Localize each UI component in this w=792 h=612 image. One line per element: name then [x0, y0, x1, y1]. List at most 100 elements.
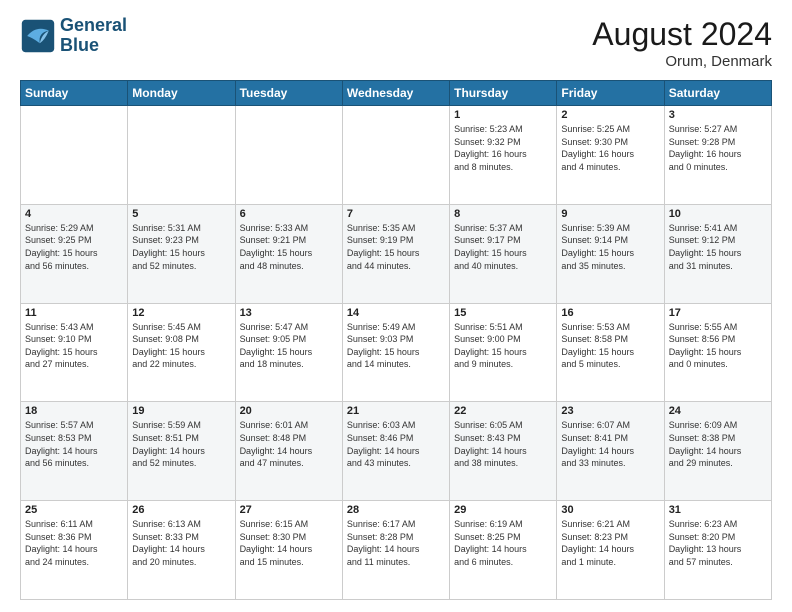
calendar-table: SundayMondayTuesdayWednesdayThursdayFrid…: [20, 80, 772, 600]
calendar-day-cell: 15Sunrise: 5:51 AM Sunset: 9:00 PM Dayli…: [450, 303, 557, 402]
day-number: 22: [454, 405, 552, 417]
weekday-header-cell: Saturday: [664, 81, 771, 106]
header: General Blue August 2024 Orum, Denmark: [20, 16, 772, 70]
calendar-body: 1 Sunrise: 5:23 AM Sunset: 9:32 PM Daylig…: [21, 106, 772, 600]
calendar-week-row: 4 Sunrise: 5:29 AM Sunset: 9:25 PM Daylig…: [21, 204, 772, 303]
calendar-week-row: 18Sunrise: 5:57 AM Sunset: 8:53 PM Dayli…: [21, 402, 772, 501]
calendar-day-cell: 17 Sunrise: 5:55 AM Sunset: 8:56 PM Dayli…: [664, 303, 771, 402]
logo: General Blue: [20, 16, 127, 56]
calendar-day-cell: 4 Sunrise: 5:29 AM Sunset: 9:25 PM Daylig…: [21, 204, 128, 303]
day-number: 19: [132, 405, 230, 417]
calendar-day-cell: 23 Sunrise: 6:07 AM Sunset: 8:41 PM Dayli…: [557, 402, 664, 501]
day-info: Sunrise: 5:25 AM Sunset: 9:30 PM Dayligh…: [561, 123, 659, 173]
calendar-day-cell: [235, 106, 342, 205]
day-number: 24: [669, 405, 767, 417]
day-info: Sunrise: 5:39 AM Sunset: 9:14 PM Dayligh…: [561, 222, 659, 272]
day-number: 30: [561, 504, 659, 516]
day-number: 5: [132, 208, 230, 220]
calendar-day-cell: 28Sunrise: 6:17 AM Sunset: 8:28 PM Dayli…: [342, 501, 449, 600]
calendar-day-cell: 9 Sunrise: 5:39 AM Sunset: 9:14 PM Daylig…: [557, 204, 664, 303]
calendar-week-row: 25Sunrise: 6:11 AM Sunset: 8:36 PM Dayli…: [21, 501, 772, 600]
day-info: Sunrise: 5:55 AM Sunset: 8:56 PM Dayligh…: [669, 321, 767, 371]
day-number: 11: [25, 307, 123, 319]
day-info: Sunrise: 6:21 AM Sunset: 8:23 PM Dayligh…: [561, 518, 659, 568]
calendar-day-cell: 29 Sunrise: 6:19 AM Sunset: 8:25 PM Dayli…: [450, 501, 557, 600]
title-block: August 2024 Orum, Denmark: [592, 16, 772, 70]
logo-line1: General: [60, 15, 127, 35]
calendar-day-cell: 19 Sunrise: 5:59 AM Sunset: 8:51 PM Dayli…: [128, 402, 235, 501]
location: Orum, Denmark: [592, 53, 772, 70]
day-info: Sunrise: 6:15 AM Sunset: 8:30 PM Dayligh…: [240, 518, 338, 568]
day-info: Sunrise: 5:31 AM Sunset: 9:23 PM Dayligh…: [132, 222, 230, 272]
calendar-day-cell: 22Sunrise: 6:05 AM Sunset: 8:43 PM Dayli…: [450, 402, 557, 501]
day-number: 16: [561, 307, 659, 319]
calendar-day-cell: 27 Sunrise: 6:15 AM Sunset: 8:30 PM Dayli…: [235, 501, 342, 600]
day-info: Sunrise: 5:49 AM Sunset: 9:03 PM Dayligh…: [347, 321, 445, 371]
day-number: 20: [240, 405, 338, 417]
day-number: 27: [240, 504, 338, 516]
day-info: Sunrise: 5:47 AM Sunset: 9:05 PM Dayligh…: [240, 321, 338, 371]
calendar-day-cell: 20 Sunrise: 6:01 AM Sunset: 8:48 PM Dayli…: [235, 402, 342, 501]
day-number: 7: [347, 208, 445, 220]
day-info: Sunrise: 6:01 AM Sunset: 8:48 PM Dayligh…: [240, 419, 338, 469]
weekday-header-cell: Monday: [128, 81, 235, 106]
day-number: 29: [454, 504, 552, 516]
page: General Blue August 2024 Orum, Denmark S…: [0, 0, 792, 612]
day-info: Sunrise: 5:57 AM Sunset: 8:53 PM Dayligh…: [25, 419, 123, 469]
weekday-header-cell: Wednesday: [342, 81, 449, 106]
day-number: 31: [669, 504, 767, 516]
calendar-day-cell: 30 Sunrise: 6:21 AM Sunset: 8:23 PM Dayli…: [557, 501, 664, 600]
day-number: 3: [669, 109, 767, 121]
calendar-day-cell: 2 Sunrise: 5:25 AM Sunset: 9:30 PM Daylig…: [557, 106, 664, 205]
logo-line2: Blue: [60, 35, 99, 55]
calendar-day-cell: 14 Sunrise: 5:49 AM Sunset: 9:03 PM Dayli…: [342, 303, 449, 402]
day-number: 14: [347, 307, 445, 319]
day-number: 9: [561, 208, 659, 220]
day-number: 12: [132, 307, 230, 319]
weekday-header-cell: Tuesday: [235, 81, 342, 106]
day-number: 1: [454, 109, 552, 121]
day-info: Sunrise: 6:07 AM Sunset: 8:41 PM Dayligh…: [561, 419, 659, 469]
calendar-day-cell: [342, 106, 449, 205]
calendar-day-cell: [128, 106, 235, 205]
logo-text: General Blue: [60, 16, 127, 56]
day-number: 6: [240, 208, 338, 220]
day-number: 15: [454, 307, 552, 319]
day-number: 2: [561, 109, 659, 121]
day-info: Sunrise: 6:03 AM Sunset: 8:46 PM Dayligh…: [347, 419, 445, 469]
calendar-day-cell: 18Sunrise: 5:57 AM Sunset: 8:53 PM Dayli…: [21, 402, 128, 501]
day-info: Sunrise: 6:19 AM Sunset: 8:25 PM Dayligh…: [454, 518, 552, 568]
day-info: Sunrise: 5:23 AM Sunset: 9:32 PM Dayligh…: [454, 123, 552, 173]
calendar-day-cell: 31Sunrise: 6:23 AM Sunset: 8:20 PM Dayli…: [664, 501, 771, 600]
calendar-day-cell: 25Sunrise: 6:11 AM Sunset: 8:36 PM Dayli…: [21, 501, 128, 600]
calendar-day-cell: 5 Sunrise: 5:31 AM Sunset: 9:23 PM Daylig…: [128, 204, 235, 303]
day-info: Sunrise: 6:09 AM Sunset: 8:38 PM Dayligh…: [669, 419, 767, 469]
day-info: Sunrise: 5:29 AM Sunset: 9:25 PM Dayligh…: [25, 222, 123, 272]
calendar-day-cell: [21, 106, 128, 205]
day-number: 23: [561, 405, 659, 417]
calendar-day-cell: 24 Sunrise: 6:09 AM Sunset: 8:38 PM Dayli…: [664, 402, 771, 501]
day-info: Sunrise: 5:59 AM Sunset: 8:51 PM Dayligh…: [132, 419, 230, 469]
calendar-week-row: 1 Sunrise: 5:23 AM Sunset: 9:32 PM Daylig…: [21, 106, 772, 205]
weekday-header-cell: Thursday: [450, 81, 557, 106]
day-info: Sunrise: 5:37 AM Sunset: 9:17 PM Dayligh…: [454, 222, 552, 272]
day-info: Sunrise: 5:43 AM Sunset: 9:10 PM Dayligh…: [25, 321, 123, 371]
day-number: 26: [132, 504, 230, 516]
calendar-day-cell: 8Sunrise: 5:37 AM Sunset: 9:17 PM Daylig…: [450, 204, 557, 303]
calendar-day-cell: 12 Sunrise: 5:45 AM Sunset: 9:08 PM Dayli…: [128, 303, 235, 402]
day-info: Sunrise: 6:17 AM Sunset: 8:28 PM Dayligh…: [347, 518, 445, 568]
calendar-day-cell: 16Sunrise: 5:53 AM Sunset: 8:58 PM Dayli…: [557, 303, 664, 402]
day-number: 4: [25, 208, 123, 220]
day-number: 21: [347, 405, 445, 417]
day-number: 17: [669, 307, 767, 319]
day-number: 10: [669, 208, 767, 220]
logo-icon: [20, 18, 56, 54]
calendar-day-cell: 6 Sunrise: 5:33 AM Sunset: 9:21 PM Daylig…: [235, 204, 342, 303]
day-info: Sunrise: 5:33 AM Sunset: 9:21 PM Dayligh…: [240, 222, 338, 272]
day-info: Sunrise: 5:45 AM Sunset: 9:08 PM Dayligh…: [132, 321, 230, 371]
day-info: Sunrise: 6:11 AM Sunset: 8:36 PM Dayligh…: [25, 518, 123, 568]
calendar-day-cell: 3Sunrise: 5:27 AM Sunset: 9:28 PM Daylig…: [664, 106, 771, 205]
calendar-day-cell: 21 Sunrise: 6:03 AM Sunset: 8:46 PM Dayli…: [342, 402, 449, 501]
calendar-week-row: 11 Sunrise: 5:43 AM Sunset: 9:10 PM Dayli…: [21, 303, 772, 402]
day-info: Sunrise: 6:13 AM Sunset: 8:33 PM Dayligh…: [132, 518, 230, 568]
